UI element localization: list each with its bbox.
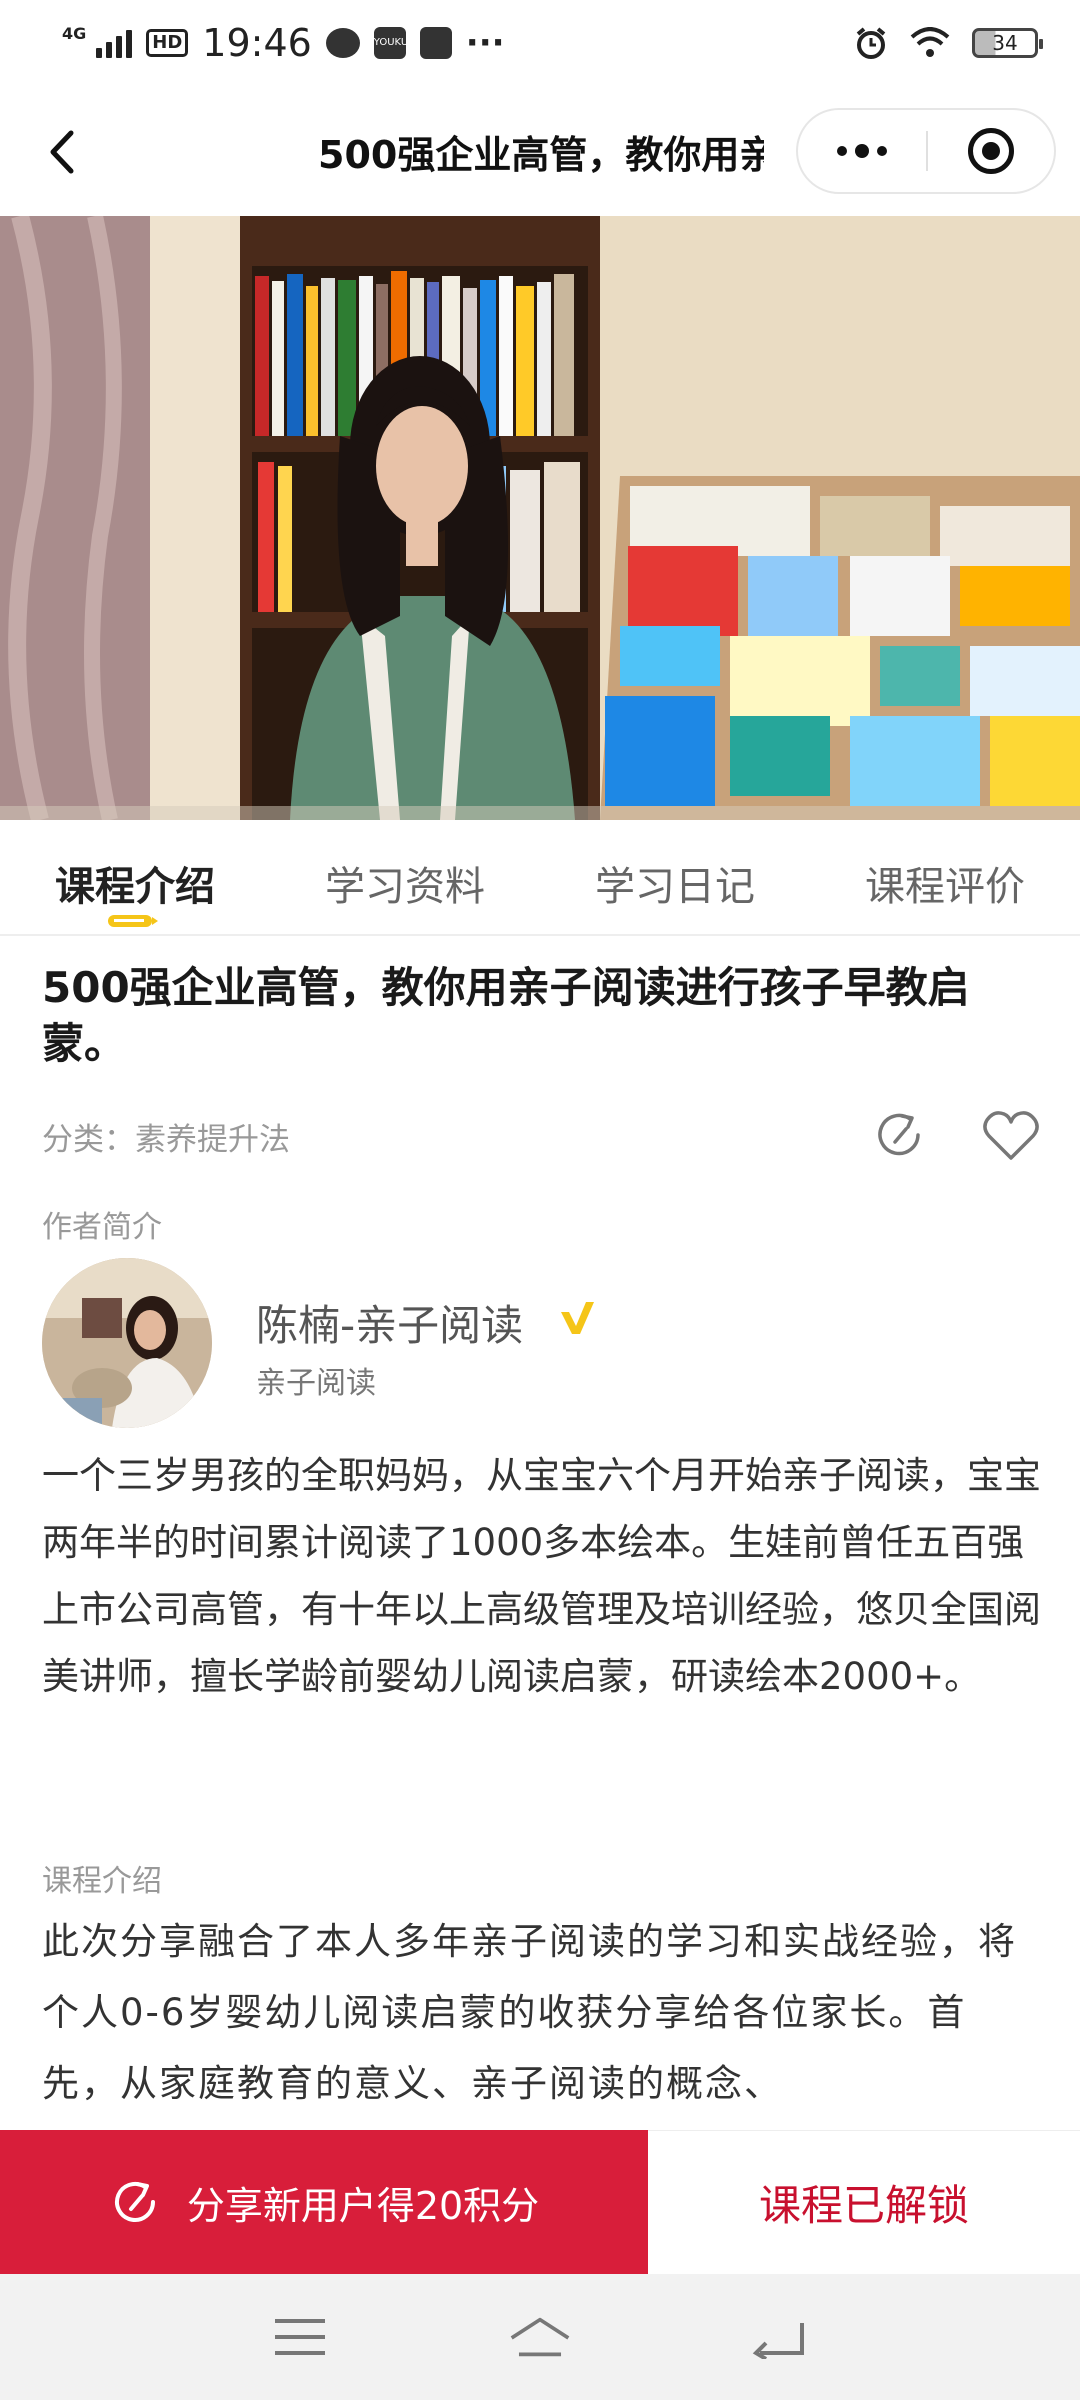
avatar[interactable]: [42, 1258, 212, 1428]
action-bar: 分享新用户得20积分 课程已解锁: [0, 2130, 1080, 2274]
share-icon[interactable]: [872, 1106, 930, 1164]
tab-course-intro[interactable]: 课程介绍: [0, 820, 270, 934]
wifi-icon: [910, 27, 950, 57]
target-icon: [968, 128, 1014, 174]
share-label: 分享新用户得20积分: [186, 2183, 540, 2228]
system-nav-bar: [0, 2274, 1080, 2400]
youku-icon: YOUKU: [373, 27, 408, 59]
menu-icon: [275, 2319, 325, 2355]
avatar-image: [42, 1258, 212, 1428]
menu-key[interactable]: [268, 2312, 332, 2362]
category-row: 分类：素养提升法: [42, 1106, 1040, 1166]
intro-section-label: 课程介绍: [42, 1864, 162, 1899]
mail-icon: [419, 27, 452, 59]
home-icon: [510, 2317, 570, 2357]
miniprogram-capsule: [796, 108, 1056, 194]
signal-icon: [96, 28, 133, 58]
tab-study-materials[interactable]: 学习资料: [270, 820, 540, 934]
status-left: 4G HD 19:46 YOUKU ···: [62, 21, 505, 65]
author-name: 陈楠-亲子阅读: [256, 1301, 524, 1350]
tab-study-diary[interactable]: 学习日记: [540, 820, 810, 934]
battery-icon: 34: [972, 28, 1043, 58]
share-for-points-button[interactable]: 分享新用户得20积分: [0, 2130, 648, 2274]
status-time: 19:46: [202, 21, 312, 65]
author-bio: 一个三岁男孩的全职妈妈，从宝宝六个月开始亲子阅读，宝宝两年半的时间累计阅读了10…: [42, 1454, 1041, 1698]
home-key[interactable]: [508, 2312, 572, 2362]
author-card[interactable]: 陈楠-亲子阅读 亲子阅读: [42, 1258, 1040, 1428]
hd-badge: HD: [146, 29, 189, 57]
tab-label: 课程介绍: [55, 864, 215, 910]
more-button[interactable]: [798, 144, 926, 158]
active-tab-indicator: [108, 915, 158, 927]
close-miniprogram-button[interactable]: [928, 128, 1054, 174]
message-icon: [325, 28, 360, 58]
course-category: 分类：素养提升法: [42, 1122, 290, 1158]
tab-label: 学习日记: [595, 864, 755, 910]
chevron-left-icon: [50, 130, 74, 174]
video-frame: [0, 216, 1080, 820]
tab-label: 课程评价: [865, 864, 1025, 910]
author-section-label: 作者简介: [42, 1210, 162, 1245]
page-title: 500强企业高管，教你用亲子阅读进行孩子早教启蒙。: [318, 133, 764, 177]
status-bar: 4G HD 19:46 YOUKU ··· 34: [0, 0, 1080, 86]
status-right: 34: [854, 26, 1043, 60]
share-icon: [114, 2181, 155, 2222]
course-tabs: 课程介绍 学习资料 学习日记 课程评价: [0, 820, 1080, 936]
nav-bar: 500强企业高管，教你用亲子阅读进行孩子早教启蒙。: [0, 86, 1080, 216]
more-notifications-icon: ···: [465, 23, 505, 63]
back-button[interactable]: [32, 122, 92, 182]
back-key[interactable]: [748, 2312, 812, 2362]
course-unlocked-button[interactable]: 课程已解锁: [648, 2130, 1080, 2274]
network-type: 4G: [62, 23, 87, 43]
back-arrow-icon: [752, 2323, 804, 2359]
course-video[interactable]: [0, 216, 1080, 820]
verified-icon: [561, 1302, 594, 1334]
alarm-icon: [856, 27, 886, 59]
author-tag: 亲子阅读: [256, 1366, 376, 1401]
tab-course-reviews[interactable]: 课程评价: [810, 820, 1080, 934]
course-intro-text: 此次分享融合了本人多年亲子阅读的学习和实战经验，将个人0-6岁婴幼儿阅读启蒙的收…: [42, 1920, 1017, 2105]
course-title: 500强企业高管，教你用亲子阅读进行孩子早教启蒙。: [42, 963, 970, 1068]
tab-label: 学习资料: [325, 864, 485, 910]
heart-icon[interactable]: [982, 1108, 1040, 1162]
